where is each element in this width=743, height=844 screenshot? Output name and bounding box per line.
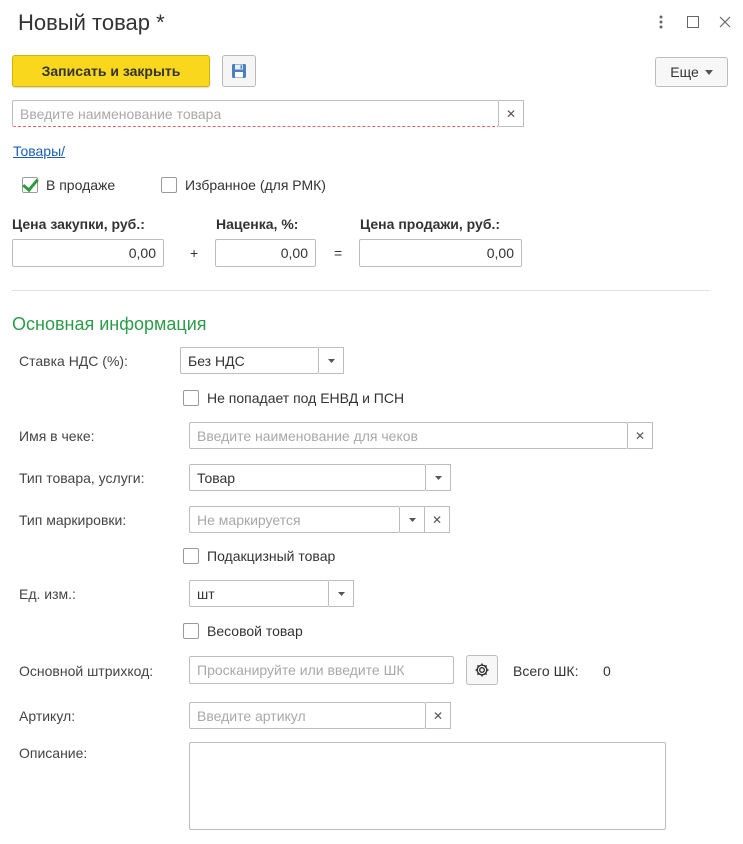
- name-input[interactable]: Введите наименование товара: [12, 100, 499, 127]
- marking-input[interactable]: Не маркируется: [189, 506, 400, 533]
- envd-check-icon: [183, 390, 199, 406]
- receipt-name-placeholder: Введите наименование для чеков: [197, 427, 418, 444]
- markup-input[interactable]: 0,00: [215, 239, 316, 267]
- description-label: Описание:: [19, 745, 88, 761]
- clear-marking-button[interactable]: ✕: [425, 506, 450, 533]
- marking-group: Не маркируется ✕: [189, 506, 450, 533]
- unit-dropdown-button[interactable]: [329, 580, 354, 607]
- description-textarea[interactable]: [189, 742, 666, 830]
- on-sale-label: В продаже: [46, 177, 116, 193]
- unit-select[interactable]: шт: [189, 580, 354, 607]
- clear-icon: ✕: [634, 428, 646, 443]
- weight-check-icon: [183, 623, 199, 639]
- item-type-select[interactable]: Товар: [189, 464, 451, 491]
- clear-name-button[interactable]: ✕: [499, 100, 524, 127]
- save-button[interactable]: [222, 55, 256, 87]
- excise-check-icon: [183, 548, 199, 564]
- markup-label: Наценка, %:: [216, 216, 299, 232]
- vat-dropdown-button[interactable]: [319, 347, 344, 374]
- article-placeholder: Введите артикул: [197, 707, 306, 724]
- barcode-label: Основной штрихкод:: [19, 663, 154, 679]
- caret-down-icon: [408, 517, 416, 522]
- purchase-price-input[interactable]: 0,00: [12, 239, 164, 267]
- caret-down-icon: [434, 475, 442, 480]
- plus-sign: +: [190, 245, 199, 261]
- category-link[interactable]: Товары/: [13, 143, 65, 159]
- article-label: Артикул:: [19, 708, 76, 724]
- item-type-dropdown-button[interactable]: [426, 464, 451, 491]
- item-type-value: Товар: [189, 464, 426, 491]
- envd-checkbox[interactable]: Не попадает под ЕНВД и ПСН: [183, 390, 404, 406]
- equals-sign: =: [334, 245, 343, 261]
- excise-checkbox[interactable]: Подакцизный товар: [183, 548, 335, 564]
- on-sale-checkbox[interactable]: В продаже: [22, 177, 115, 193]
- item-type-label: Тип товара, услуги:: [19, 470, 145, 486]
- favorite-checkbox[interactable]: Избранное (для РМК): [161, 177, 326, 193]
- vat-label: Ставка НДС (%):: [19, 353, 128, 369]
- sale-price-input[interactable]: 0,00: [359, 239, 522, 267]
- favorite-label: Избранное (для РМК): [185, 177, 326, 193]
- more-button[interactable]: Еще: [655, 57, 728, 87]
- marking-dropdown-button[interactable]: [400, 506, 425, 533]
- barcode-total-value: 0: [603, 663, 611, 679]
- maximize-icon[interactable]: [685, 14, 701, 30]
- vat-select[interactable]: Без НДС: [180, 347, 344, 374]
- sale-price-label: Цена продажи, руб.:: [360, 216, 501, 232]
- envd-label: Не попадает под ЕНВД и ПСН: [207, 390, 405, 406]
- unit-label: Ед. изм.:: [19, 586, 76, 602]
- write-and-close-button[interactable]: Записать и закрыть: [12, 55, 210, 87]
- clear-receipt-name-button[interactable]: ✕: [628, 422, 653, 449]
- vat-value: Без НДС: [180, 347, 319, 374]
- name-input-placeholder: Введите наименование товара: [20, 105, 222, 122]
- receipt-name-label: Имя в чеке:: [19, 428, 95, 444]
- window-controls: [653, 14, 733, 30]
- barcode-placeholder: Просканируйте или введите ШК: [197, 662, 405, 678]
- marking-placeholder: Не маркируется: [197, 511, 301, 528]
- caret-down-icon: [327, 358, 335, 363]
- clear-article-button[interactable]: ✕: [426, 702, 451, 729]
- barcode-settings-button[interactable]: [466, 655, 498, 685]
- weight-label: Весовой товар: [207, 623, 303, 639]
- barcode-total-label: Всего ШК:: [513, 663, 579, 679]
- barcode-input[interactable]: Просканируйте или введите ШК: [189, 656, 454, 684]
- close-icon[interactable]: [717, 14, 733, 30]
- purchase-price-label: Цена закупки, руб.:: [12, 216, 145, 232]
- clear-icon: ✕: [432, 708, 444, 723]
- gear-icon: [475, 663, 489, 677]
- weight-checkbox[interactable]: Весовой товар: [183, 623, 303, 639]
- window-title: Новый товар *: [18, 10, 165, 35]
- on-sale-check-icon: [22, 177, 38, 193]
- floppy-disk-icon: [232, 64, 246, 78]
- excise-label: Подакцизный товар: [207, 548, 336, 564]
- divider: [12, 290, 710, 291]
- marking-label: Тип маркировки:: [19, 512, 127, 528]
- article-input[interactable]: Введите артикул: [189, 702, 426, 729]
- caret-down-icon: [337, 591, 345, 596]
- more-button-label: Еще: [670, 64, 699, 80]
- caret-down-icon: [704, 69, 713, 75]
- more-actions-icon[interactable]: [653, 14, 669, 30]
- article-group: Введите артикул ✕: [189, 702, 451, 729]
- receipt-name-group: Введите наименование для чеков ✕: [189, 422, 653, 449]
- clear-icon: ✕: [505, 106, 517, 121]
- clear-icon: ✕: [431, 512, 443, 527]
- section-title: Основная информация: [12, 314, 207, 334]
- name-field-group: Введите наименование товара ✕: [12, 100, 524, 127]
- receipt-name-input[interactable]: Введите наименование для чеков: [189, 422, 628, 449]
- favorite-check-icon: [161, 177, 177, 193]
- unit-value: шт: [189, 580, 329, 607]
